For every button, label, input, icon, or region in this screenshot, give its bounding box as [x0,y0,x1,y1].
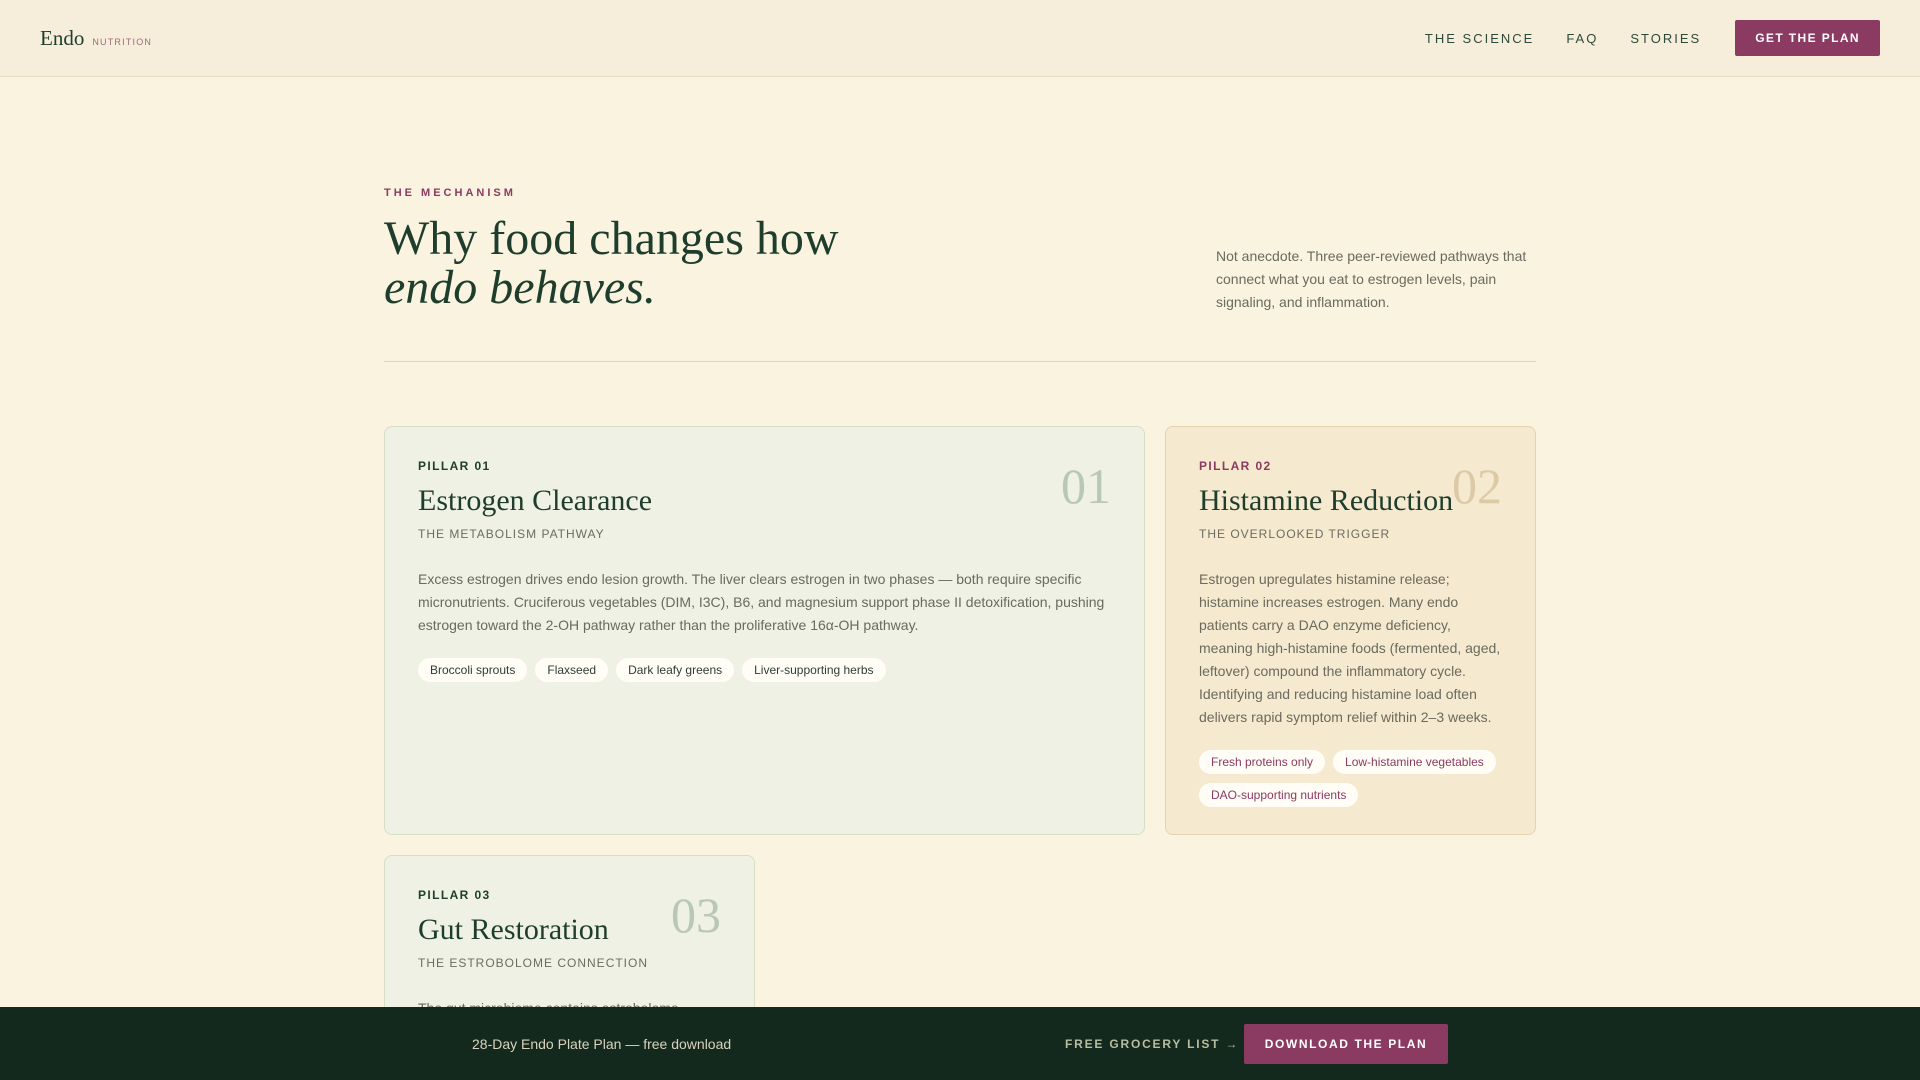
download-bar-text: 28-Day Endo Plate Plan — free download [472,1036,732,1052]
page-title: Why food changes how endo behaves. [384,214,984,312]
tag: Broccoli sprouts [418,658,528,682]
tag: DAO-supporting nutrients [1199,783,1359,807]
pillar-tags: Fresh proteins only Low-histamine vegeta… [1199,750,1502,807]
pillar-title: Estrogen Clearance [418,484,653,517]
pillar-number: 03 [671,887,721,943]
pillar-body: Estrogen upregulates histamine release; … [1199,571,1501,725]
get-the-plan-button[interactable]: GET THE PLAN [1735,20,1880,56]
intro-description: Not anecdote. Three peer-reviewed pathwa… [1216,248,1527,310]
pillar-subtitle: THE METABOLISM PATHWAY [418,527,605,541]
brand-logo[interactable]: Endo NUTRITION [40,26,152,51]
free-grocery-list-link[interactable]: FREE GROCERY LIST → [1065,1037,1239,1051]
sticky-download-bar: 28-Day Endo Plate Plan — free download F… [0,1007,1920,1080]
pillar-subtitle: THE ESTROBOLOME CONNECTION [418,956,649,970]
pillar-body: Excess estrogen drives endo lesion growt… [418,571,1105,633]
pillar-card-histamine-reduction: PILLAR 02 02 Histamine Reduction THE OVE… [1165,426,1536,835]
pillar-label: PILLAR 01 [418,459,491,473]
section-divider [384,361,1536,362]
tag: Low-histamine vegetables [1333,750,1496,774]
pillar-subtitle: THE OVERLOOKED TRIGGER [1199,527,1391,541]
brand-name: Endo [40,25,85,50]
pillar-card-estrogen-clearance: PILLAR 01 01 Estrogen Clearance THE META… [384,426,1145,835]
tag: Fresh proteins only [1199,750,1326,774]
pillar-number: 01 [1061,458,1111,514]
nav-link-faq[interactable]: FAQ [1566,31,1598,46]
download-the-plan-button[interactable]: DOWNLOAD THE PLAN [1244,1024,1448,1064]
section-eyebrow: THE MECHANISM [384,187,516,199]
headline-line-2: endo behaves. [384,261,656,314]
tag: Liver-supporting herbs [742,658,886,682]
tag: Dark leafy greens [616,658,735,682]
nav-link-the-science[interactable]: THE SCIENCE [1425,31,1534,46]
pillar-number: 02 [1452,458,1502,514]
brand-subtitle: NUTRITION [92,36,153,47]
main-nav: THE SCIENCE FAQ STORIES GET THE PLAN [1425,20,1880,56]
top-navigation-bar: Endo NUTRITION THE SCIENCE FAQ STORIES G… [0,0,1920,77]
pillar-tags: Broccoli sprouts Flaxseed Dark leafy gre… [418,658,1111,682]
tag: Flaxseed [535,658,609,682]
nav-link-stories[interactable]: STORIES [1630,31,1701,46]
headline-line-1: Why food changes how [384,212,839,265]
